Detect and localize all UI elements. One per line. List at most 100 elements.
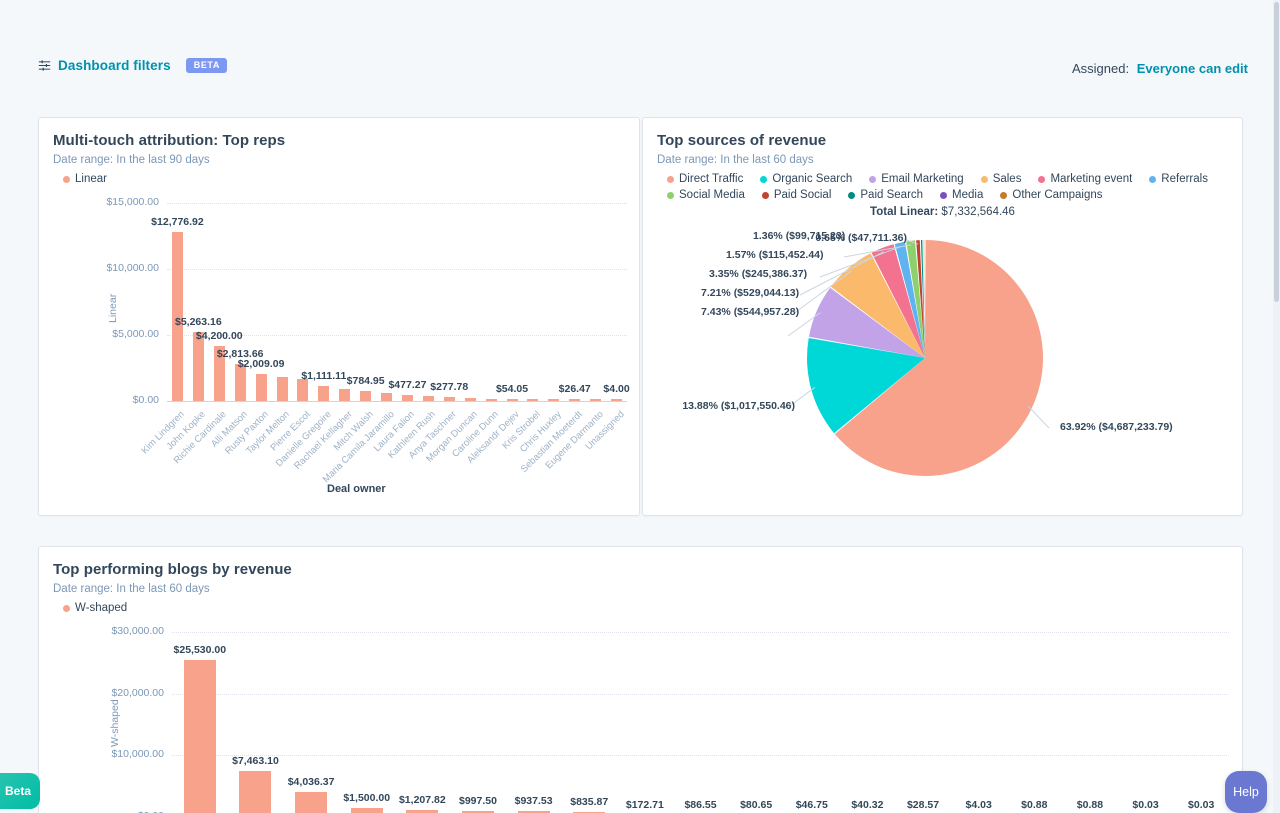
legend-item-sources-1[interactable]: Organic Search bbox=[760, 173, 852, 185]
y-axis-tick: $20,000.00 bbox=[76, 687, 164, 699]
pie-slice[interactable] bbox=[906, 240, 925, 358]
pie-slice[interactable] bbox=[807, 338, 925, 433]
legend-item-sources-3[interactable]: Sales bbox=[981, 173, 1022, 185]
legend-dot-icon bbox=[940, 192, 947, 199]
pie-callout-label: 3.35% ($245,386.37) bbox=[709, 268, 806, 280]
card-title-sources: Top sources of revenue bbox=[657, 132, 1242, 149]
y-axis-tick: $0.00 bbox=[71, 394, 159, 406]
page-scrollbar-thumb[interactable] bbox=[1274, 2, 1279, 302]
assigned-value[interactable]: Everyone can edit bbox=[1137, 61, 1248, 76]
pie-leader-line bbox=[1028, 406, 1049, 428]
y-axis-tick: $10,000.00 bbox=[76, 748, 164, 760]
pie-slice[interactable] bbox=[831, 253, 925, 358]
card-daterange-sources: Date range: In the last 60 days bbox=[657, 154, 1242, 166]
beta-badge: BETA bbox=[186, 58, 227, 73]
dashboard-filters-label: Dashboard filters bbox=[58, 58, 171, 73]
legend-label: Paid Search bbox=[860, 189, 923, 201]
legend-dot-icon bbox=[869, 176, 876, 183]
pie-slice[interactable] bbox=[921, 240, 925, 358]
pie-callout-label: 13.88% ($1,017,550.46) bbox=[677, 400, 795, 412]
page-scrollbar[interactable] bbox=[1273, 0, 1280, 813]
legend-dot-icon bbox=[667, 176, 674, 183]
pie-slice[interactable] bbox=[923, 240, 925, 358]
bar-value-label: $5,263.16 bbox=[138, 316, 258, 328]
legend-item-sources-6[interactable]: Social Media bbox=[667, 189, 745, 201]
legend-item-sources-5[interactable]: Referrals bbox=[1149, 173, 1208, 185]
pie-leader-line bbox=[788, 313, 820, 336]
pie-slice[interactable] bbox=[924, 240, 925, 358]
legend-item-sources-0[interactable]: Direct Traffic bbox=[667, 173, 743, 185]
legend-label: Media bbox=[952, 189, 983, 201]
beta-tab-button[interactable]: Beta bbox=[0, 773, 40, 809]
y-axis-tick: $10,000.00 bbox=[71, 262, 159, 274]
bar[interactable] bbox=[351, 808, 383, 813]
pie-leader-line bbox=[820, 247, 901, 277]
bar[interactable] bbox=[569, 399, 580, 401]
pie-callout-label: 63.92% ($4,687,233.79) bbox=[1060, 421, 1230, 433]
dashboard-topbar: Dashboard filters BETA Assigned: Everyon… bbox=[0, 0, 1280, 104]
bar-value-label: $4,036.37 bbox=[251, 776, 371, 788]
pie-slice[interactable] bbox=[835, 240, 1043, 476]
y-axis-tick: $30,000.00 bbox=[76, 625, 164, 637]
pie-leader-line bbox=[793, 271, 851, 314]
legend-label: Email Marketing bbox=[881, 173, 963, 185]
legend-label: Paid Social bbox=[774, 189, 832, 201]
pie-leader-line bbox=[904, 239, 918, 244]
x-axis-line bbox=[167, 401, 627, 402]
legend-dot-icon bbox=[981, 176, 988, 183]
legend-item-sources-10[interactable]: Other Campaigns bbox=[1000, 189, 1102, 201]
bar[interactable] bbox=[381, 393, 392, 401]
legend-item-sources-4[interactable]: Marketing event bbox=[1038, 173, 1132, 185]
gridline bbox=[172, 632, 1229, 633]
bar[interactable] bbox=[611, 399, 622, 401]
pie-callout-label: 7.43% ($544,957.28) bbox=[701, 306, 796, 318]
bar[interactable] bbox=[548, 399, 559, 401]
chart-reps: $0.00$5,000.00$10,000.00$15,000.00Linear… bbox=[39, 118, 641, 517]
dashboard-filters-button[interactable]: Dashboard filters BETA bbox=[38, 58, 227, 73]
bar[interactable] bbox=[507, 399, 518, 401]
bar[interactable] bbox=[339, 389, 350, 401]
bar[interactable] bbox=[402, 395, 413, 401]
y-axis-label: W-shaped bbox=[109, 699, 121, 747]
pie-slice[interactable] bbox=[916, 240, 925, 358]
bar[interactable] bbox=[406, 810, 438, 813]
bar[interactable] bbox=[360, 391, 371, 401]
help-button-label: Help bbox=[1233, 785, 1259, 799]
bar[interactable] bbox=[486, 399, 497, 401]
bar[interactable] bbox=[465, 398, 476, 401]
gridline bbox=[172, 755, 1229, 756]
pie-total-value: $7,332,564.46 bbox=[941, 206, 1015, 218]
gridline bbox=[172, 694, 1229, 695]
dashboard-page: Dashboard filters BETA Assigned: Everyon… bbox=[0, 0, 1280, 813]
pie-leader-line bbox=[800, 252, 884, 295]
legend-label: Sales bbox=[993, 173, 1022, 185]
pie-total-label: Total Linear: bbox=[870, 206, 938, 218]
gridline bbox=[167, 269, 627, 270]
bar[interactable] bbox=[590, 399, 601, 401]
bar-value-label: $12,776.92 bbox=[117, 216, 237, 228]
bar[interactable] bbox=[527, 399, 538, 401]
gridline bbox=[167, 203, 627, 204]
bar[interactable] bbox=[184, 660, 216, 813]
bar[interactable] bbox=[423, 396, 434, 401]
y-axis-label: Linear bbox=[107, 294, 119, 323]
pie-slice[interactable] bbox=[809, 288, 925, 358]
legend-label: Marketing event bbox=[1050, 173, 1132, 185]
pie-slice[interactable] bbox=[872, 244, 925, 358]
legend-item-sources-9[interactable]: Media bbox=[940, 189, 983, 201]
pie-total: Total Linear: $7,332,564.46 bbox=[643, 206, 1242, 218]
legend-item-sources-8[interactable]: Paid Search bbox=[848, 189, 923, 201]
bar[interactable] bbox=[318, 386, 329, 401]
legend-item-sources-2[interactable]: Email Marketing bbox=[869, 173, 963, 185]
card-multi-touch-attribution: Multi-touch attribution: Top reps Date r… bbox=[38, 117, 640, 516]
pie-callout-label: 7.21% ($529,044.13) bbox=[701, 287, 796, 299]
legend-label: Social Media bbox=[679, 189, 745, 201]
y-axis-tick: $15,000.00 bbox=[71, 196, 159, 208]
legend-item-sources-7[interactable]: Paid Social bbox=[762, 189, 832, 201]
help-button[interactable]: Help bbox=[1225, 771, 1267, 813]
bar-value-label: $7,463.10 bbox=[195, 755, 315, 767]
legend-dot-icon bbox=[1038, 176, 1045, 183]
bar[interactable] bbox=[444, 397, 455, 401]
legend-dot-icon bbox=[762, 192, 769, 199]
pie-slice[interactable] bbox=[895, 242, 925, 358]
